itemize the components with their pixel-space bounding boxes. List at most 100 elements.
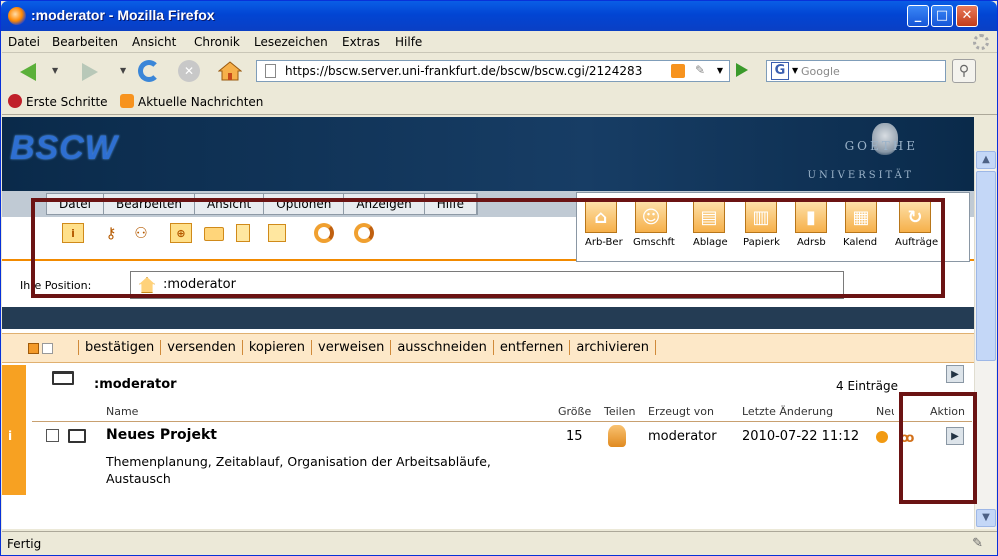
folder-name: :moderator: [94, 377, 177, 392]
forward-dropdown[interactable]: ▼: [120, 66, 126, 75]
action-entfernen[interactable]: entfernen: [494, 340, 571, 355]
bscw-menu-optionen[interactable]: Optionen: [264, 194, 345, 214]
search-button[interactable]: ⚲: [952, 59, 976, 83]
menu-lesezeichen[interactable]: Lesezeichen: [254, 35, 328, 49]
vertical-scrollbar[interactable]: ▲ ▼: [974, 151, 996, 529]
forward-button[interactable]: [74, 58, 102, 84]
expand-arrow-button[interactable]: ▶: [946, 365, 964, 383]
action-versenden[interactable]: versenden: [161, 340, 243, 355]
home-icon: ⌂: [585, 201, 617, 233]
bookmark-erste-schritte[interactable]: Erste Schritte: [8, 94, 108, 109]
stop-icon: ✕: [178, 60, 200, 82]
new-folder-icon[interactable]: [204, 227, 224, 241]
read-glasses-icon[interactable]: ꝏ: [900, 431, 914, 446]
nav-label: Aufträge: [895, 237, 939, 248]
open-folder-icon: [52, 371, 74, 385]
key-icon[interactable]: ⚷: [100, 223, 122, 243]
menu-ansicht[interactable]: Ansicht: [132, 35, 176, 49]
go-button[interactable]: [736, 63, 748, 77]
row-action-button[interactable]: ▶: [946, 427, 964, 445]
rss-feed-icon: [120, 94, 134, 108]
action-archivieren[interactable]: archivieren: [570, 340, 656, 355]
search-box[interactable]: G ▼ Google: [766, 60, 946, 82]
col-new[interactable]: Neu: [876, 405, 894, 418]
row-last-change: 2010-07-22 11:12: [742, 429, 860, 444]
new-event-icon[interactable]: [876, 431, 888, 443]
search-engine-dropdown[interactable]: ▼: [792, 66, 798, 75]
bookmark-aktuelle-nachrichten[interactable]: Aktuelle Nachrichten: [120, 94, 263, 109]
back-dropdown[interactable]: ▼: [52, 66, 58, 75]
new-document-icon[interactable]: [236, 224, 250, 242]
address-bar[interactable]: https://bscw.server.uni-frankfurt.de/bsc…: [256, 60, 730, 82]
bscw-menu-hilfe[interactable]: Hilfe: [425, 194, 478, 214]
col-last-change[interactable]: Letzte Änderung: [742, 405, 833, 418]
scroll-up-button[interactable]: ▲: [976, 151, 996, 169]
nav-label: Papierk: [743, 237, 780, 248]
reload-icon: [138, 60, 160, 82]
menu-bar: Datei Bearbeiten Ansicht Chronik Lesezei…: [2, 31, 997, 53]
select-all-checkbox[interactable]: [28, 343, 39, 354]
back-arrow-icon: [20, 63, 36, 81]
action-bar: bestätigen versenden kopieren verweisen …: [2, 333, 974, 363]
row-title-link[interactable]: Neues Projekt: [106, 427, 217, 443]
action-kopieren[interactable]: kopieren: [243, 340, 313, 355]
refresh-icon[interactable]: [314, 223, 334, 243]
bscw-menu-anzeigen[interactable]: Anzeigen: [344, 194, 425, 214]
scroll-down-button[interactable]: ▼: [976, 509, 996, 527]
search-engine-icon[interactable]: G: [771, 62, 789, 80]
search-placeholder: Google: [801, 65, 840, 78]
header-separator: [32, 421, 972, 422]
nav-label: Adrsb: [797, 237, 826, 248]
position-link[interactable]: :moderator: [163, 277, 236, 292]
minimize-button[interactable]: _: [907, 5, 929, 27]
bscw-menu-datei[interactable]: Datei: [47, 194, 105, 214]
action-bestaetigen[interactable]: bestätigen: [78, 340, 162, 355]
col-name[interactable]: Name: [106, 405, 138, 418]
url-text: https://bscw.server.uni-frankfurt.de/bsc…: [285, 64, 643, 78]
stop-button[interactable]: ✕: [176, 58, 204, 84]
info-icon[interactable]: i: [62, 223, 84, 243]
security-icon[interactable]: ✎: [972, 536, 983, 551]
folder-icon[interactable]: [68, 429, 86, 443]
bscw-menu-ansicht[interactable]: Ansicht: [195, 194, 265, 214]
col-size[interactable]: Größe: [558, 405, 591, 418]
url-dropdown[interactable]: ▼: [717, 66, 723, 75]
row-created-by[interactable]: moderator: [648, 429, 717, 444]
position-label: Ihre Position:: [20, 279, 92, 292]
shared-person-icon[interactable]: [608, 425, 626, 447]
catalog-icon[interactable]: ⊕: [170, 223, 192, 243]
menu-extras[interactable]: Extras: [342, 35, 380, 49]
menu-bearbeiten[interactable]: Bearbeiten: [52, 35, 118, 49]
action-ausschneiden[interactable]: ausschneiden: [391, 340, 494, 355]
forward-arrow-icon: [82, 63, 98, 81]
community-icon: ☺: [635, 201, 667, 233]
rss-icon[interactable]: [671, 64, 685, 78]
action-verweisen[interactable]: verweisen: [312, 340, 392, 355]
menu-chronik[interactable]: Chronik: [194, 35, 240, 49]
new-note-icon[interactable]: [268, 224, 286, 242]
scroll-thumb[interactable]: [976, 171, 996, 361]
col-share[interactable]: Teilen: [604, 405, 635, 418]
bscw-menu-bearbeiten[interactable]: Bearbeiten: [104, 194, 195, 214]
status-text: Fertig: [7, 537, 42, 551]
back-button[interactable]: [18, 58, 46, 84]
close-button[interactable]: ✕: [956, 5, 978, 27]
reload-button[interactable]: [136, 58, 164, 84]
row-description: Themenplanung, Zeitablauf, Organisation …: [106, 454, 491, 486]
col-created-by[interactable]: Erzeugt von: [648, 405, 714, 418]
row-info-icon[interactable]: i: [8, 429, 12, 443]
row-checkbox[interactable]: [46, 429, 59, 442]
bookmark-star-icon[interactable]: ✎: [695, 63, 705, 77]
window-title: :moderator - Mozilla Firefox: [31, 7, 215, 23]
menu-datei[interactable]: Datei: [8, 35, 40, 49]
tasks-icon: ↻: [899, 201, 931, 233]
home-icon[interactable]: [139, 277, 155, 293]
deselect-all-checkbox[interactable]: [42, 343, 53, 354]
menu-hilfe[interactable]: Hilfe: [395, 35, 422, 49]
page-icon: [265, 64, 276, 78]
status-bar: Fertig ✎: [2, 531, 997, 555]
maximize-button[interactable]: □: [931, 5, 953, 27]
home-button[interactable]: [216, 58, 244, 84]
members-icon[interactable]: ⚇: [130, 223, 152, 243]
sync-icon[interactable]: [354, 223, 374, 243]
